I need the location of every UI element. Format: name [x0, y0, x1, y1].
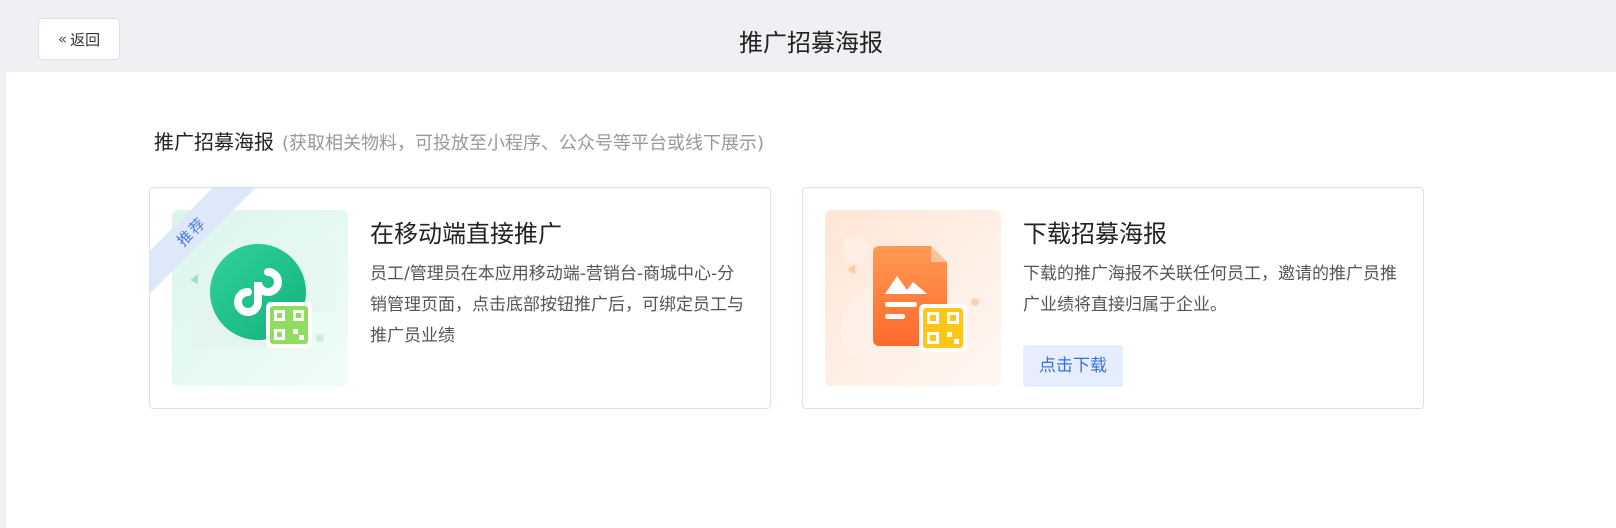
- section-heading: 推广招募海报 (获取相关物料，可投放至小程序、公众号等平台或线下展示): [154, 126, 764, 155]
- card-description: 员工/管理员在本应用移动端-营销台-商城中心-分销管理页面，点击底部按钮推广后，…: [370, 264, 744, 346]
- download-poster-card[interactable]: 下载招募海报 下载的推广海报不关联任何员工，邀请的推广员推广业绩将直接归属于企业…: [802, 187, 1424, 409]
- card-description: 下载的推广海报不关联任何员工，邀请的推广员推广业绩将直接归属于企业。: [1023, 264, 1397, 315]
- top-bar: « 返回 推广招募海报: [6, 8, 1616, 72]
- main-content: 推广招募海报 (获取相关物料，可投放至小程序、公众号等平台或线下展示) 推荐 在…: [6, 72, 1616, 528]
- card-title: 下载招募海报: [1023, 220, 1167, 248]
- section-title: 推广招募海报: [154, 130, 274, 154]
- page-title: 推广招募海报: [739, 29, 883, 57]
- card-title: 在移动端直接推广: [370, 220, 562, 248]
- download-button[interactable]: 点击下载: [1023, 345, 1123, 387]
- mobile-promote-card[interactable]: 推荐 在移动端直接推广 员工/管理员在本应用移动端-营销台-商城中心-分销管理页…: [149, 187, 771, 409]
- section-note: (获取相关物料，可投放至小程序、公众号等平台或线下展示): [282, 133, 765, 154]
- poster-qr-icon: [825, 210, 1001, 386]
